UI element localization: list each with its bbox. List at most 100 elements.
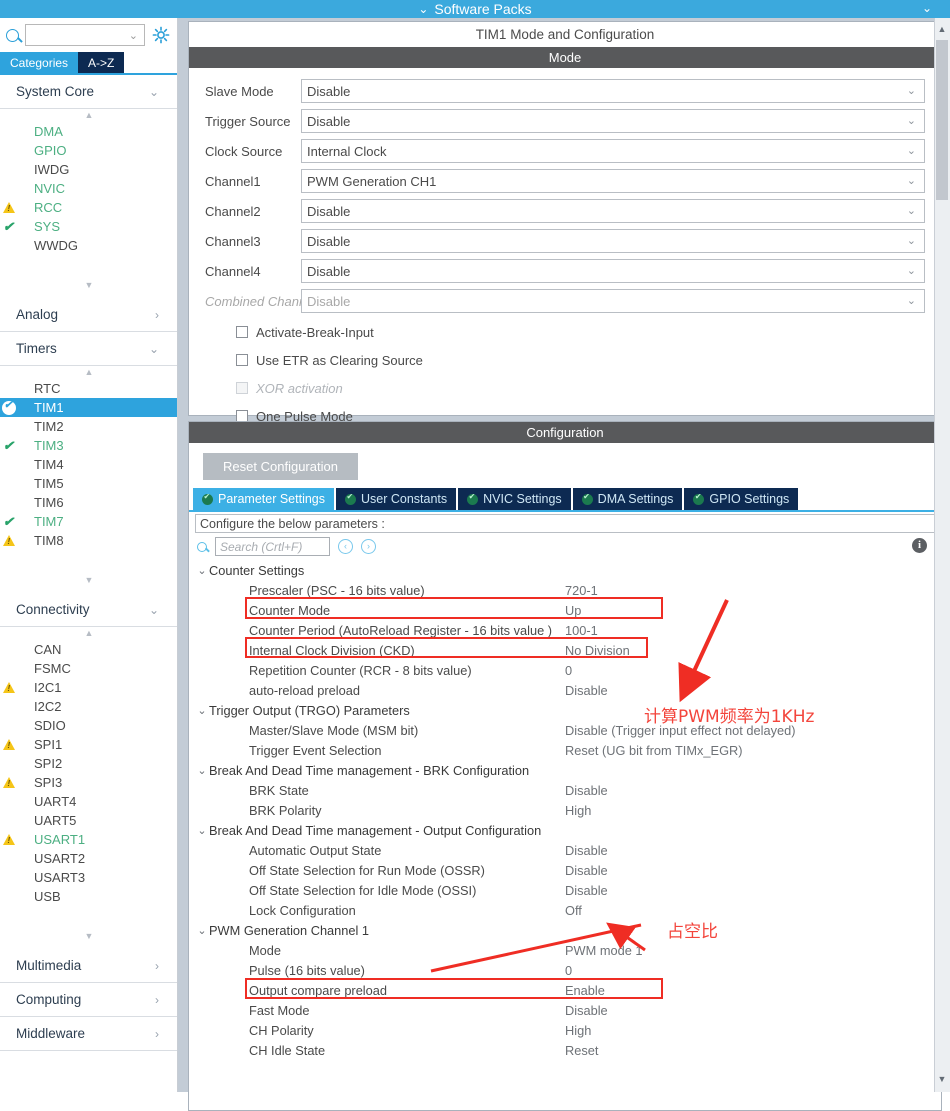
scrollbar-thumb[interactable]: [936, 40, 948, 200]
scroll-down-icon[interactable]: ▼: [936, 1073, 948, 1085]
sidebar-group-analog[interactable]: Analog ›: [0, 298, 177, 332]
mode-checkbox-row[interactable]: Activate-Break-Input: [205, 318, 925, 346]
sidebar-item-tim4[interactable]: TIM4: [0, 455, 177, 474]
tab-gpio-settings[interactable]: GPIO Settings: [684, 488, 799, 510]
tree-param-row[interactable]: Internal Clock Division (CKD) No Division: [195, 640, 941, 660]
sidebar-item-i2c2[interactable]: I2C2: [0, 697, 177, 716]
scroll-nub-icon[interactable]: ▼: [0, 932, 177, 943]
tree-param-value[interactable]: Off: [565, 903, 582, 918]
tree-param-row[interactable]: Counter Period (AutoReload Register - 16…: [195, 620, 941, 640]
tab-user-constants[interactable]: User Constants: [336, 488, 457, 510]
search-input[interactable]: ⌄: [25, 24, 145, 46]
tree-param-row[interactable]: Off State Selection for Run Mode (OSSR) D…: [195, 860, 941, 880]
sidebar-item-can[interactable]: CAN: [0, 640, 177, 659]
tree-param-row[interactable]: BRK State Disable: [195, 780, 941, 800]
chevron-down-icon[interactable]: ⌄: [195, 764, 209, 777]
sidebar-item-uart4[interactable]: UART4: [0, 792, 177, 811]
sidebar-item-wwdg[interactable]: WWDG: [0, 236, 177, 255]
tree-param-value[interactable]: Up: [565, 603, 581, 618]
sidebar-item-spi1[interactable]: SPI1: [0, 735, 177, 754]
sidebar-group-system-core[interactable]: System Core ⌄: [0, 75, 177, 109]
scroll-nub-icon[interactable]: ▼: [0, 576, 177, 587]
mode-select-slave-mode[interactable]: Disable ⌄: [301, 79, 925, 103]
info-icon[interactable]: i: [912, 538, 927, 553]
tree-group-row[interactable]: ⌄ Counter Settings: [195, 560, 941, 580]
tree-param-value[interactable]: 0: [565, 963, 572, 978]
mode-select-channel4[interactable]: Disable ⌄: [301, 259, 925, 283]
tree-param-row[interactable]: BRK Polarity High: [195, 800, 941, 820]
tree-param-value[interactable]: Disable: [565, 883, 608, 898]
sidebar-item-uart5[interactable]: UART5: [0, 811, 177, 830]
tree-group-row[interactable]: ⌄ Break And Dead Time management - Output…: [195, 820, 941, 840]
tree-param-value[interactable]: High: [565, 803, 591, 818]
sidebar-item-tim1[interactable]: TIM1: [0, 398, 177, 417]
tree-param-row[interactable]: CH Idle State Reset: [195, 1040, 941, 1060]
tree-param-row[interactable]: Mode PWM mode 1: [195, 940, 941, 960]
tree-group-row[interactable]: ⌄ Trigger Output (TRGO) Parameters: [195, 700, 941, 720]
tab-parameter-settings[interactable]: Parameter Settings: [193, 488, 334, 510]
tree-param-row[interactable]: Lock Configuration Off: [195, 900, 941, 920]
tab-a-to-z[interactable]: A->Z: [78, 52, 125, 73]
tree-param-value[interactable]: PWM mode 1: [565, 943, 643, 958]
sidebar-group-middleware[interactable]: Middleware ›: [0, 1017, 177, 1051]
reset-configuration-button[interactable]: Reset Configuration: [203, 453, 358, 480]
tab-categories[interactable]: Categories: [0, 52, 79, 73]
chevron-down-icon[interactable]: ⌄: [195, 704, 209, 717]
tree-group-row[interactable]: ⌄ PWM Generation Channel 1: [195, 920, 941, 940]
gear-icon[interactable]: [151, 25, 171, 45]
parameter-search-input[interactable]: Search (Crtl+F): [215, 537, 330, 556]
checkbox-use-etr-as-clearing-source[interactable]: [236, 354, 248, 366]
tree-param-value[interactable]: Disable: [565, 683, 608, 698]
sidebar-item-tim7[interactable]: ✔ TIM7: [0, 512, 177, 531]
chevron-down-icon-right[interactable]: ⌄: [922, 1, 932, 15]
mode-select-trigger-source[interactable]: Disable ⌄: [301, 109, 925, 133]
tree-param-value[interactable]: Disable: [565, 1003, 608, 1018]
tree-param-row[interactable]: Trigger Event Selection Reset (UG bit fro…: [195, 740, 941, 760]
sidebar-item-iwdg[interactable]: IWDG: [0, 160, 177, 179]
tree-param-value[interactable]: Disable: [565, 863, 608, 878]
sidebar-item-fsmc[interactable]: FSMC: [0, 659, 177, 678]
sidebar-group-timers[interactable]: Timers ⌄: [0, 332, 177, 366]
sidebar-item-usb[interactable]: USB: [0, 887, 177, 906]
tree-param-value[interactable]: Reset (UG bit from TIMx_EGR): [565, 743, 743, 758]
sidebar-item-usart2[interactable]: USART2: [0, 849, 177, 868]
tree-param-value[interactable]: No Division: [565, 643, 630, 658]
mode-select-channel1[interactable]: PWM Generation CH1 ⌄: [301, 169, 925, 193]
mode-select-clock-source[interactable]: Internal Clock ⌄: [301, 139, 925, 163]
tree-param-row[interactable]: Fast Mode Disable: [195, 1000, 941, 1020]
vertical-scrollbar[interactable]: ▲ ▼: [934, 18, 950, 1092]
chevron-down-icon[interactable]: ⌄: [195, 924, 209, 937]
sidebar-item-tim2[interactable]: TIM2: [0, 417, 177, 436]
tree-param-value[interactable]: Reset: [565, 1043, 598, 1058]
sidebar-item-tim5[interactable]: TIM5: [0, 474, 177, 493]
tree-param-row[interactable]: Repetition Counter (RCR - 8 bits value) 0: [195, 660, 941, 680]
checkbox-activate-break-input[interactable]: [236, 326, 248, 338]
tree-param-value[interactable]: Enable: [565, 983, 605, 998]
tree-param-value[interactable]: Disable: [565, 783, 608, 798]
mode-select-channel2[interactable]: Disable ⌄: [301, 199, 925, 223]
sidebar-item-usart3[interactable]: USART3: [0, 868, 177, 887]
nav-next-icon[interactable]: ›: [361, 539, 376, 554]
sidebar-item-i2c1[interactable]: I2C1: [0, 678, 177, 697]
scroll-nub-icon[interactable]: ▲: [0, 629, 177, 640]
sidebar-item-gpio[interactable]: GPIO: [0, 141, 177, 160]
tab-nvic-settings[interactable]: NVIC Settings: [458, 488, 571, 510]
sidebar-group-computing[interactable]: Computing ›: [0, 983, 177, 1017]
tree-param-row[interactable]: CH Polarity High: [195, 1020, 941, 1040]
tree-group-row[interactable]: ⌄ Break And Dead Time management - BRK Co…: [195, 760, 941, 780]
sidebar-item-rcc[interactable]: RCC: [0, 198, 177, 217]
scroll-up-icon[interactable]: ▲: [936, 23, 948, 35]
scroll-nub-icon[interactable]: ▼: [0, 281, 177, 292]
tree-param-row[interactable]: Output compare preload Enable: [195, 980, 941, 1000]
chevron-down-icon[interactable]: ⌄: [195, 564, 209, 577]
sidebar-item-tim6[interactable]: TIM6: [0, 493, 177, 512]
tree-param-row[interactable]: Pulse (16 bits value) 0: [195, 960, 941, 980]
tree-param-row[interactable]: Off State Selection for Idle Mode (OSSI)…: [195, 880, 941, 900]
sidebar-item-usart1[interactable]: USART1: [0, 830, 177, 849]
tree-param-row[interactable]: Counter Mode Up: [195, 600, 941, 620]
sidebar-item-spi2[interactable]: SPI2: [0, 754, 177, 773]
sidebar-item-tim8[interactable]: TIM8: [0, 531, 177, 550]
sidebar-item-rtc[interactable]: RTC: [0, 379, 177, 398]
tree-param-value[interactable]: 100-1: [565, 623, 598, 638]
mode-select-channel3[interactable]: Disable ⌄: [301, 229, 925, 253]
